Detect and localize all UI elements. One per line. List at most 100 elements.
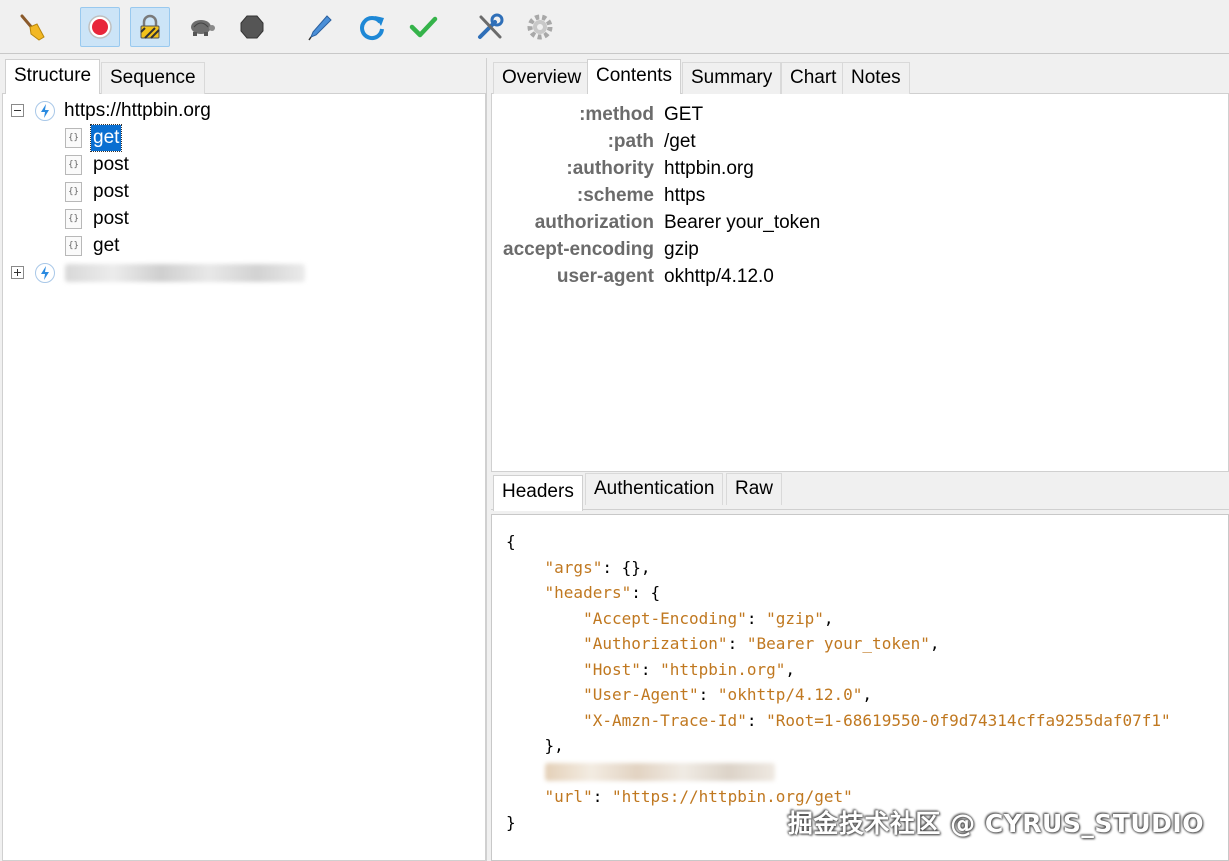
compose-button[interactable] — [300, 7, 340, 47]
request-file-icon: {} — [65, 182, 82, 202]
json-string: "Bearer your_token" — [746, 634, 930, 653]
tab-sequence[interactable]: Sequence — [101, 62, 205, 94]
json-headers-open: { — [650, 583, 661, 602]
request-label: post — [93, 181, 129, 202]
header-key: :scheme — [576, 185, 654, 206]
header-row: :path /get — [492, 128, 1228, 155]
host-label: https://httpbin.org — [64, 100, 211, 121]
json-key: "Accept-Encoding" — [583, 608, 747, 628]
expand-toggle[interactable] — [11, 266, 24, 279]
breakpoint-hexagon-icon — [240, 15, 264, 39]
header-row: :scheme https — [492, 182, 1228, 209]
ssl-lock-icon — [140, 14, 160, 39]
tree-host-httpbin[interactable]: https://httpbin.org — [3, 98, 483, 124]
tab-authentication[interactable]: Authentication — [585, 473, 724, 505]
tools-icon — [478, 13, 504, 39]
validate-button[interactable] — [403, 7, 443, 47]
tree-request[interactable]: {} post — [3, 206, 483, 232]
detail-tabs: Overview Contents Summary Chart Notes — [491, 58, 1229, 95]
request-file-icon: {} — [65, 209, 82, 229]
json-string: "Root=1-68619550-0f9d74314cffa9255daf07f… — [766, 710, 1171, 730]
json-key: "User-Agent" — [583, 685, 699, 704]
json-key-url: "url" — [544, 787, 593, 806]
lightning-host-icon — [35, 101, 55, 121]
turtle-throttle-icon — [191, 20, 215, 36]
header-key: :method — [579, 104, 654, 125]
response-body-view[interactable]: { "args": {}, "headers": { "Accept-Encod… — [491, 514, 1229, 861]
tab-structure[interactable]: Structure — [5, 59, 101, 95]
header-value: Bearer your_token — [664, 212, 821, 233]
header-value: gzip — [664, 239, 699, 260]
json-headers-close: }, — [544, 736, 564, 755]
navigator-tabs: Structure Sequence — [2, 58, 486, 95]
tab-chart[interactable]: Chart — [781, 62, 846, 94]
tree-request[interactable]: {} post — [3, 179, 483, 205]
request-file-icon: {} — [65, 236, 82, 256]
header-row: accept-encoding gzip — [492, 236, 1228, 263]
header-key: authorization — [534, 212, 654, 233]
request-file-icon: {} — [65, 155, 82, 175]
tree-request[interactable]: {} get — [3, 124, 483, 152]
header-row: :authority httpbin.org — [492, 155, 1228, 182]
clear-session-button[interactable] — [12, 7, 52, 47]
header-value: https — [664, 185, 706, 206]
request-label: get — [89, 124, 123, 152]
request-label: get — [93, 235, 120, 256]
json-comma: , — [823, 608, 834, 628]
lightning-host-icon — [35, 263, 55, 283]
json-string: "okhttp/4.12.0" — [717, 685, 863, 704]
record-icon — [88, 15, 112, 39]
json-comma: , — [862, 685, 873, 704]
header-value: httpbin.org — [664, 158, 754, 179]
header-key: :path — [607, 131, 654, 152]
json-open-brace: { — [506, 532, 516, 551]
broom-icon — [20, 14, 45, 41]
settings-gear-icon — [527, 14, 553, 40]
header-row: :method GET — [492, 101, 1228, 128]
json-body: { "args": {}, "headers": { "Accept-Encod… — [506, 532, 1171, 832]
json-comma: , — [785, 659, 795, 679]
request-file-icon: {} — [65, 128, 82, 148]
header-key: user-agent — [556, 266, 654, 287]
repeat-button[interactable] — [352, 7, 392, 47]
header-key: :authority — [566, 158, 654, 179]
json-string: "gzip" — [766, 608, 824, 628]
tools-button[interactable] — [470, 7, 510, 47]
pen-compose-icon — [308, 15, 332, 41]
header-value: okhttp/4.12.0 — [664, 266, 774, 287]
json-key: "Host" — [583, 659, 641, 679]
header-value: GET — [664, 104, 704, 125]
collapse-toggle[interactable] — [11, 104, 24, 117]
tab-headers[interactable]: Headers — [493, 475, 583, 511]
ssl-proxying-button[interactable] — [130, 7, 170, 47]
tab-overview[interactable]: Overview — [493, 62, 591, 94]
navigator-panel: Structure Sequence https://httpbin.org {… — [2, 58, 486, 861]
json-string: "httpbin.org" — [660, 659, 786, 679]
json-value-args: {}, — [621, 557, 651, 577]
tree-request[interactable]: {} post — [3, 152, 483, 178]
json-key: "X-Amzn-Trace-Id" — [583, 710, 747, 730]
redacted-host-label — [65, 264, 305, 282]
request-label: post — [93, 154, 129, 175]
tab-contents[interactable]: Contents — [587, 59, 682, 95]
tab-raw[interactable]: Raw — [726, 473, 783, 505]
record-button[interactable] — [80, 7, 120, 47]
tab-notes[interactable]: Notes — [842, 62, 910, 94]
header-row: authorization Bearer your_token — [492, 209, 1228, 236]
validate-check-icon — [409, 16, 438, 38]
response-tabs: Headers Authentication Raw — [491, 472, 1229, 511]
json-key-args: "args" — [544, 557, 603, 577]
throttling-button[interactable] — [182, 7, 222, 47]
json-close-brace: } — [506, 812, 516, 832]
request-label: post — [93, 208, 129, 229]
redacted-json-line — [544, 763, 775, 781]
request-headers-view: :method GET :path /get :authority httpbi… — [491, 94, 1229, 472]
settings-button[interactable] — [520, 7, 560, 47]
toolbar — [0, 0, 1229, 54]
tree-host-redacted[interactable] — [3, 260, 483, 286]
json-comma: , — [929, 634, 940, 653]
tab-summary[interactable]: Summary — [682, 62, 782, 94]
breakpoints-button[interactable] — [232, 7, 272, 47]
json-key-headers: "headers" — [544, 583, 632, 602]
tree-request[interactable]: {} get — [3, 233, 483, 259]
